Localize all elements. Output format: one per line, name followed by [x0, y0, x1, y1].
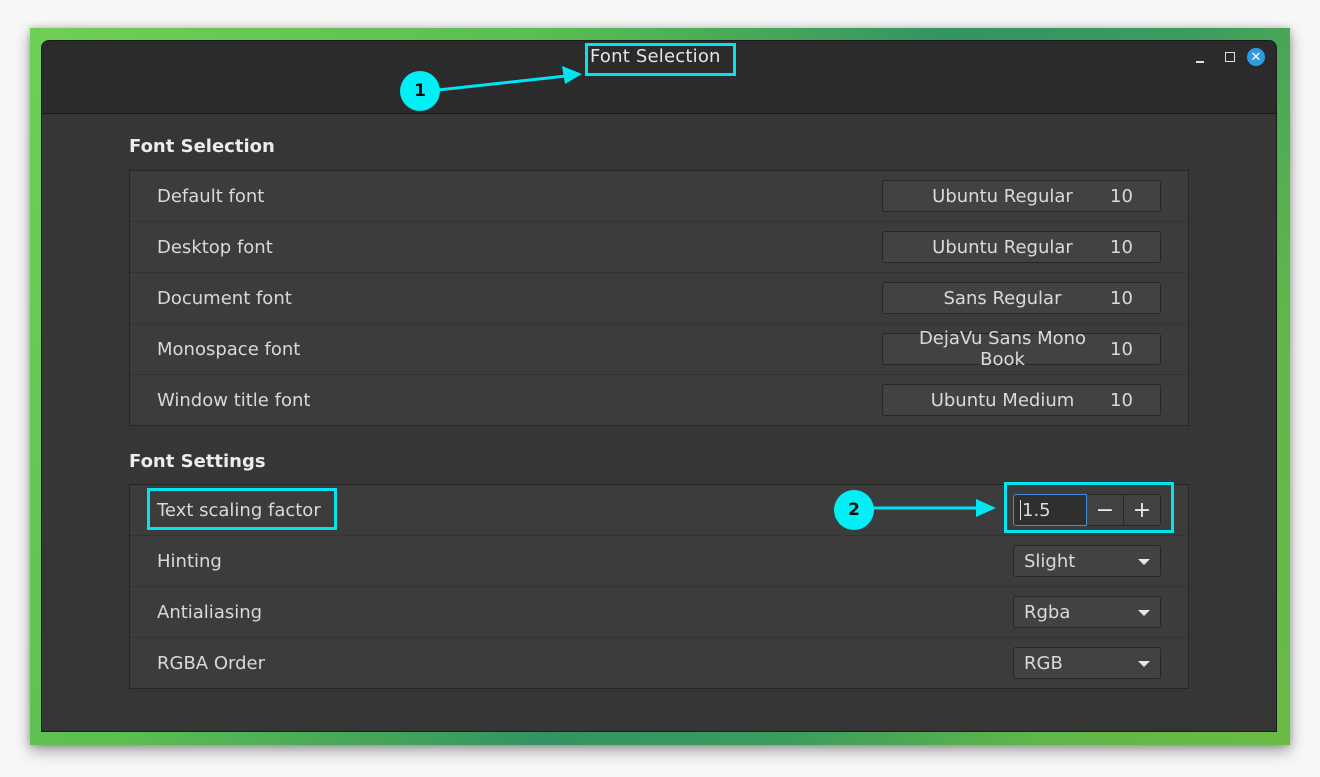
annotation-arrowhead-2 [976, 499, 996, 517]
annotation-badge-2: 2 [834, 490, 874, 530]
annotation-arrowhead-1 [562, 66, 582, 84]
annotation-highlight-scaling-spin [1004, 482, 1174, 533]
annotation-highlight-scaling-label [147, 488, 337, 530]
annotation-highlight-title [585, 43, 736, 76]
annotation-badge-1: 1 [400, 71, 440, 111]
annotation-arrow-1 [437, 74, 567, 92]
annotation-arrows [437, 66, 996, 517]
